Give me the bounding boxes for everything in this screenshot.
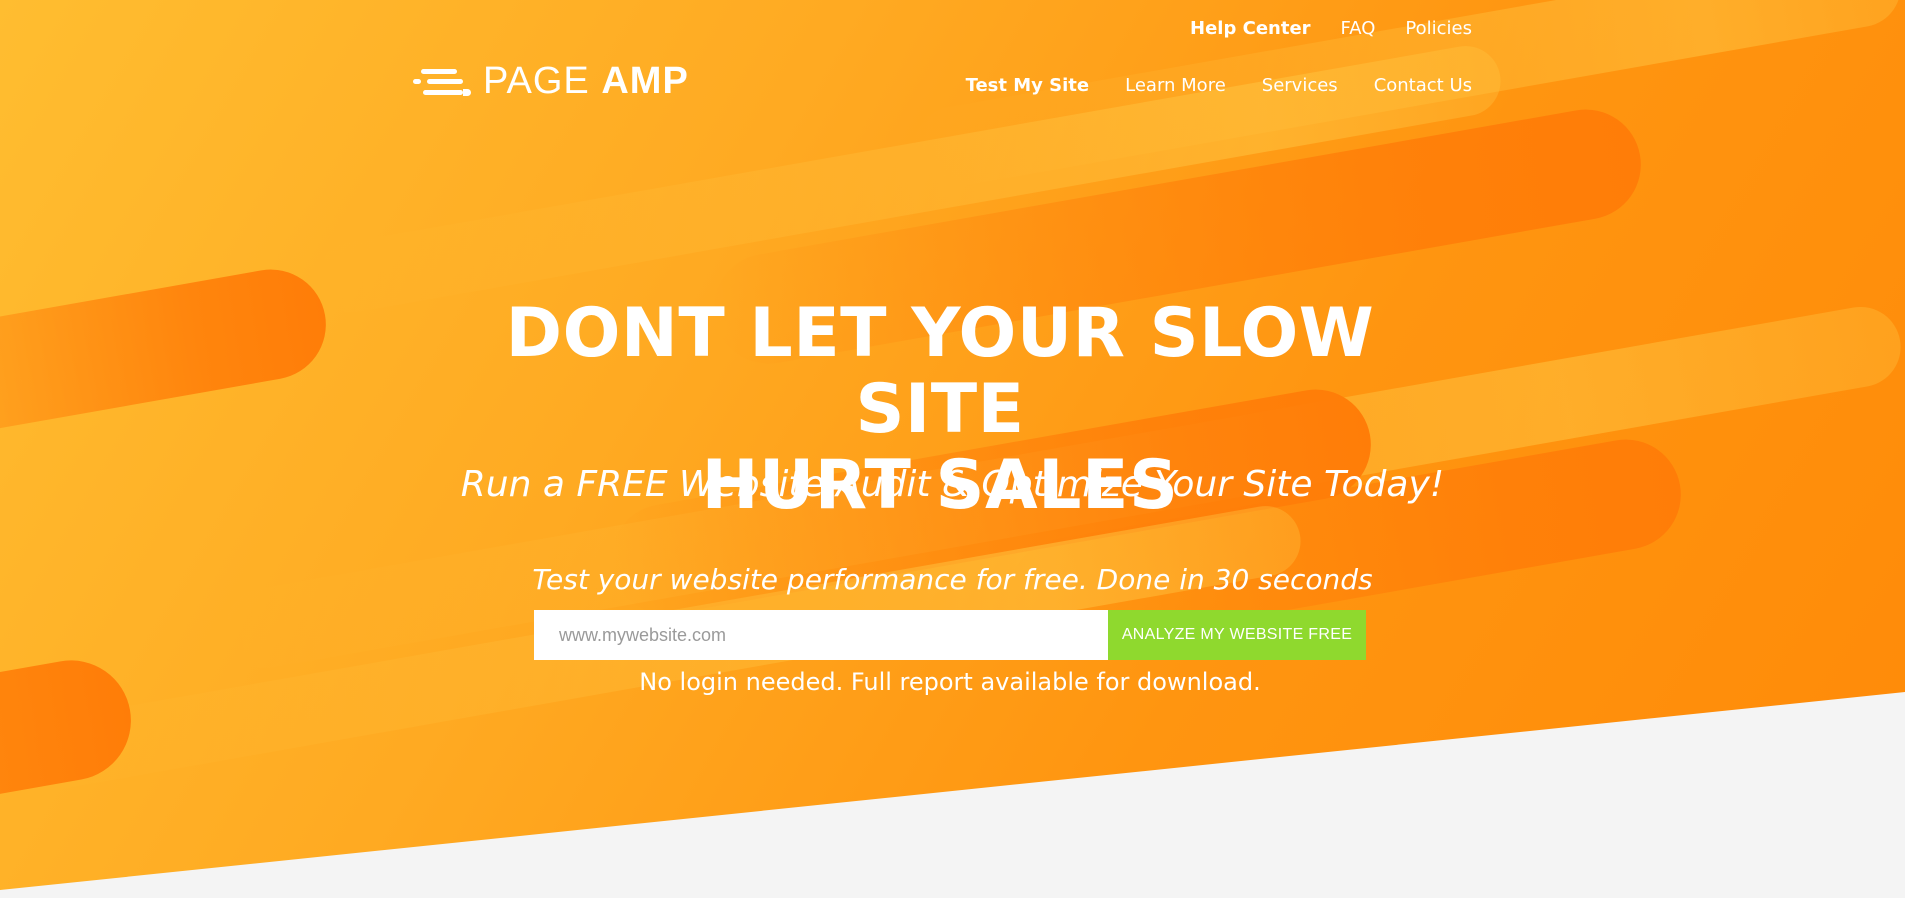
website-url-input[interactable] <box>534 610 1108 660</box>
nav-learn-more[interactable]: Learn More <box>1125 75 1226 96</box>
nav-services[interactable]: Services <box>1262 75 1338 96</box>
analyze-form: ANALYZE MY WEBSITE FREE <box>534 610 1366 660</box>
hero-tagline: Test your website performance for free. … <box>532 563 1373 596</box>
main-nav: Test My Site Learn More Services Contact… <box>966 75 1472 96</box>
logo-text-amp: AMP <box>601 60 689 102</box>
nav-contact-us[interactable]: Contact Us <box>1374 75 1472 96</box>
hero-note: No login needed. Full report available f… <box>639 668 1261 696</box>
logo-text-page: PAGE <box>483 60 590 102</box>
logo[interactable]: PAGE AMP <box>413 62 689 100</box>
logo-wordmark: PAGE AMP <box>483 62 689 100</box>
nav-help-center[interactable]: Help Center <box>1190 18 1311 39</box>
nav-policies[interactable]: Policies <box>1405 18 1472 39</box>
nav-faq[interactable]: FAQ <box>1341 18 1376 39</box>
hero-streak <box>0 260 335 461</box>
hero-subhead: Run a FREE Website Audit & Optimize Your… <box>460 464 1445 505</box>
analyze-website-button[interactable]: ANALYZE MY WEBSITE FREE <box>1108 610 1366 660</box>
headline-line-1: DONT LET YOUR SLOW SITE <box>505 294 1375 449</box>
speed-lines-icon <box>413 63 471 99</box>
nav-test-my-site[interactable]: Test My Site <box>966 75 1090 96</box>
top-nav: Help Center FAQ Policies <box>1190 18 1472 39</box>
